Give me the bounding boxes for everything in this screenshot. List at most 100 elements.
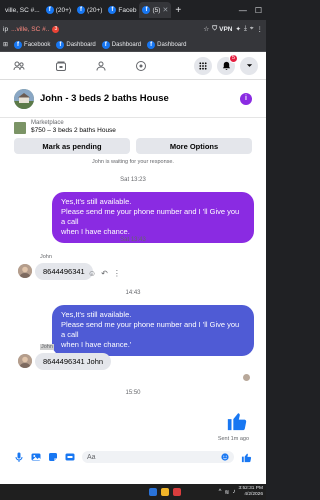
browser-tab-active[interactable]: f (5) ✕ [139,2,172,18]
house-thumbnail[interactable] [14,88,34,109]
new-tab-button[interactable]: + [171,5,185,16]
avatar[interactable] [18,264,32,278]
message-input-placeholder: Aa [87,453,96,461]
chevron-down-icon [246,64,252,67]
browser-tab-bar: ville, SC #... f (20+) f (20+) f Faceb f… [0,0,266,20]
bookmark-dashboard[interactable]: f Dashboard [56,40,96,49]
info-icon[interactable]: i [240,92,252,105]
listing-summary[interactable]: Marketplace $750 – 3 beds 2 baths House [14,120,252,134]
facebook-nav: 5 [0,52,266,80]
bookmark-star-icon[interactable]: ☆ [203,25,209,33]
maximize-icon[interactable]: ☐ [255,6,262,15]
grid-icon [199,61,207,70]
apps-icon[interactable]: ⊞ [3,41,8,48]
timestamp: 14:43 [125,290,141,296]
window-controls: — ☐ [239,6,266,15]
volume-icon[interactable]: ♪ [232,489,235,495]
chat-header: John - 3 beds 2 baths House i [0,80,266,118]
seen-avatar [243,374,250,381]
system-tray-chevron-icon[interactable]: ^ [219,489,222,495]
chat-title[interactable]: John - 3 beds 2 baths House [40,93,234,104]
download-icon[interactable]: ⤓ [244,25,247,33]
close-tab-icon[interactable]: ✕ [162,6,168,14]
waiting-note: John is waiting for your response. [92,159,174,165]
mark-as-pending-button[interactable]: Mark as pending [14,138,130,154]
message-input[interactable]: Aa [82,451,234,463]
url-field[interactable]: ...ville, SC #.. [11,26,49,33]
clock-date: 4/2/2026 [244,492,263,497]
windows-start-icon[interactable] [149,488,157,496]
reply-icon[interactable]: ↶ [101,269,108,278]
facebook-icon: f [56,40,65,49]
microphone-icon[interactable] [14,452,24,462]
more-icon[interactable]: ⋮ [113,269,121,278]
emoji-react-icon[interactable]: ☺ [88,269,96,278]
groups-icon[interactable] [88,53,114,79]
tab-label: Faceb [118,6,137,14]
extensions-icon[interactable]: ✦ [236,25,241,33]
listing-card: Marketplace $750 – 3 beds 2 baths House … [0,118,266,158]
timestamp: 15:50 [125,390,141,396]
message-actions: ☺ ↶ ⋮ [88,269,121,278]
address-bar: ip ...ville, SC #.. 3 ☆ ⛉ VPN ✦ ⤓ ⌖ ⋮ [0,20,266,38]
friends-icon[interactable] [6,53,32,79]
facebook-icon: f [45,6,54,14]
notifications-button[interactable]: 5 [217,53,238,75]
thumbs-up-icon[interactable] [226,410,248,432]
page-bottom-area [0,466,266,484]
message-status: Sent 1m ago [217,436,249,442]
listing-thumbnail [14,122,26,134]
incoming-message[interactable]: 8644496341 John [35,353,112,370]
message-composer: Aa [0,448,266,466]
bookmark-facebook[interactable]: f Facebook [14,40,50,49]
vpn-shield-icon: ⛉ [212,25,218,32]
outgoing-message[interactable]: Yes,It's still available. Please send me… [52,305,254,356]
listing-summary-text: $750 – 3 beds 2 baths House [31,127,116,134]
outgoing-message[interactable]: Yes,It's still available. Please send me… [52,192,254,243]
wifi-icon[interactable]: ≋ [224,489,229,496]
sender-name: John [40,344,54,350]
avatar[interactable] [18,354,32,368]
menu-grid-button[interactable] [194,56,212,75]
browser-tab[interactable]: f (20+) [43,2,74,18]
facebook-icon: f [14,40,23,49]
like-button[interactable] [241,452,252,463]
file-explorer-icon[interactable] [161,488,169,496]
facebook-icon: f [77,6,86,14]
sticker-icon[interactable] [48,452,58,462]
notifications-badge: 5 [229,53,238,63]
gif-icon[interactable] [65,452,75,462]
extension-badge[interactable]: 3 [52,25,60,33]
menu-icon[interactable]: ⋮ [257,25,264,33]
tab-label: (20+) [87,6,103,14]
incoming-message[interactable]: 8644496341 [35,263,93,280]
timestamp: Sat 13:23 [120,177,146,183]
site-info-icon[interactable]: ip [3,26,8,33]
bookmarks-bar: ⊞ f Facebook f Dashboard f Dashboard f D… [0,38,266,52]
account-button[interactable] [240,56,258,75]
os-taskbar: ^ ≋ ♪ 3:52:31 PM 4/2/2026 [0,484,266,500]
facebook-icon: f [142,6,151,14]
tab-label: ville, SC #... [5,6,40,14]
more-options-button[interactable]: More Options [136,138,252,154]
vpn-button[interactable]: ⛉ VPN [212,25,232,33]
listing-source: Marketplace [31,120,64,126]
message-thread: John is waiting for your response. Sat 1… [0,158,266,448]
gaming-icon[interactable] [128,53,154,79]
tab-label: (20+) [55,6,72,14]
minimize-icon[interactable]: — [239,6,247,15]
facebook-icon: f [108,6,117,14]
timestamp: Sat 13:43 [120,237,146,243]
browser-tab[interactable]: f Faceb [105,2,139,18]
bookmark-dashboard[interactable]: f Dashboard [147,40,186,49]
clock[interactable]: 3:52:31 PM 4/2/2026 [238,486,263,498]
browser-icon[interactable] [173,488,181,496]
emoji-icon[interactable] [221,453,229,461]
photo-icon[interactable] [31,452,41,462]
tab-label: (5) [152,6,161,14]
bookmark-dashboard[interactable]: f Dashboard [101,40,141,49]
browser-tab[interactable]: f (20+) [74,2,105,18]
browser-tab[interactable]: ville, SC #... [2,2,43,18]
pin-icon[interactable]: ⌖ [250,25,254,33]
marketplace-icon[interactable] [48,53,74,79]
